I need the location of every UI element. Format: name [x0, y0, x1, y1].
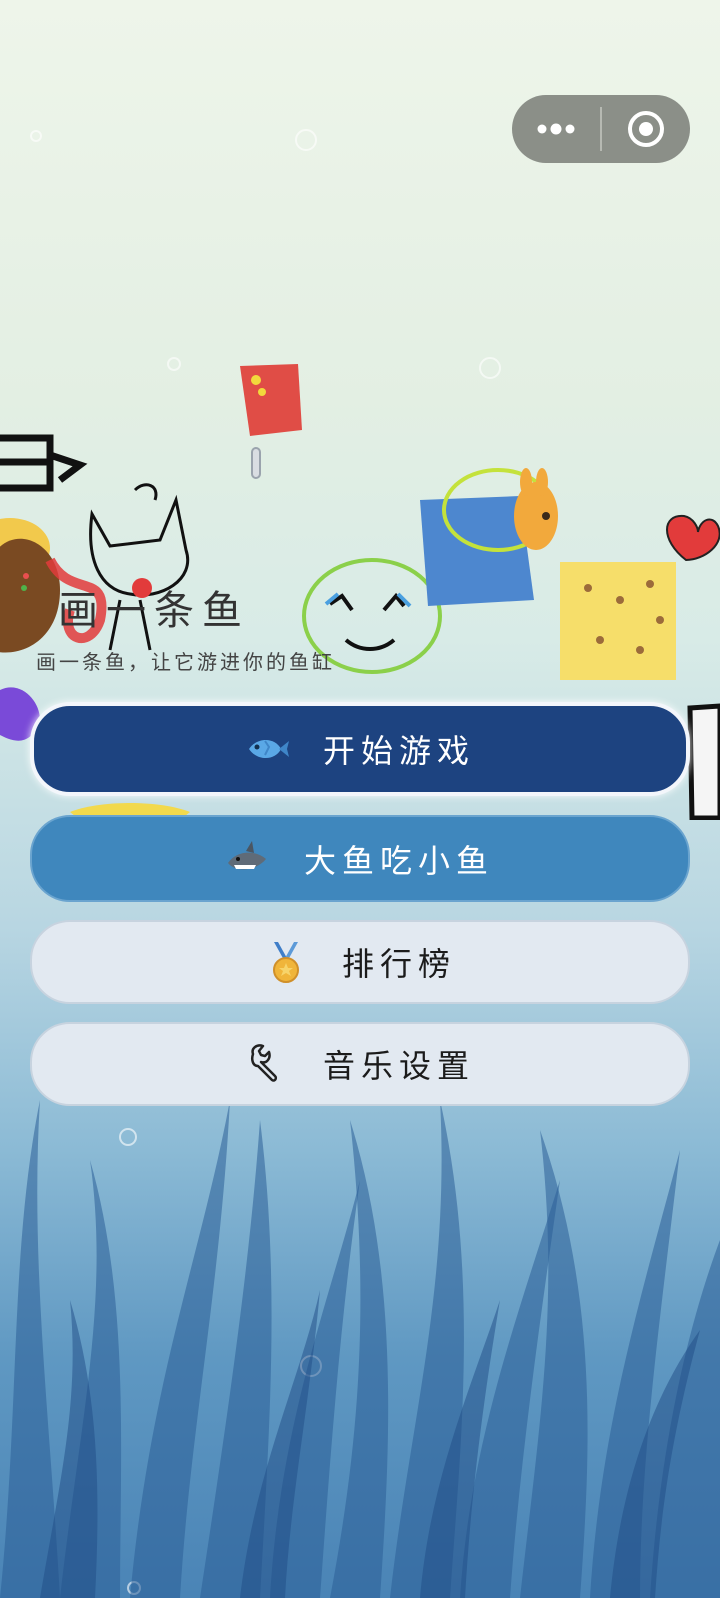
target-circle-icon	[628, 111, 664, 147]
close-miniprogram-button[interactable]	[602, 95, 690, 163]
start-game-button[interactable]: 开始游戏	[30, 702, 690, 796]
bear-sticker-doodle	[420, 468, 558, 606]
medal-icon	[272, 942, 299, 983]
ranking-label: 排行榜	[341, 945, 456, 983]
start-game-label: 开始游戏	[322, 732, 475, 770]
title-doodle-text: 画一条鱼	[58, 588, 250, 634]
big-fish-label: 大鱼吃小鱼	[303, 841, 494, 880]
big-fish-eats-small-fish-button[interactable]: 大鱼吃小鱼	[30, 815, 690, 902]
more-button[interactable]	[512, 95, 600, 163]
cheese-doodle	[560, 562, 676, 680]
poop-doodle	[0, 518, 60, 653]
seaweed	[0, 1100, 720, 1598]
more-dots-icon	[537, 123, 575, 135]
shark-icon	[227, 840, 266, 869]
subtitle-doodle-text: 画一条鱼，让它游进你的鱼缸	[36, 650, 335, 674]
music-settings-button[interactable]: 音乐设置	[30, 1022, 690, 1106]
miniprogram-capsule	[512, 95, 690, 163]
frame-doodle	[0, 434, 88, 492]
heart-doodle	[666, 514, 720, 562]
ranking-button[interactable]: 排行榜	[30, 920, 690, 1004]
right-frame-doodle	[687, 703, 720, 820]
popsicle-doodle	[240, 364, 302, 479]
wrench-icon	[250, 1044, 278, 1082]
fish-icon	[248, 740, 289, 758]
music-settings-label: 音乐设置	[322, 1047, 475, 1085]
